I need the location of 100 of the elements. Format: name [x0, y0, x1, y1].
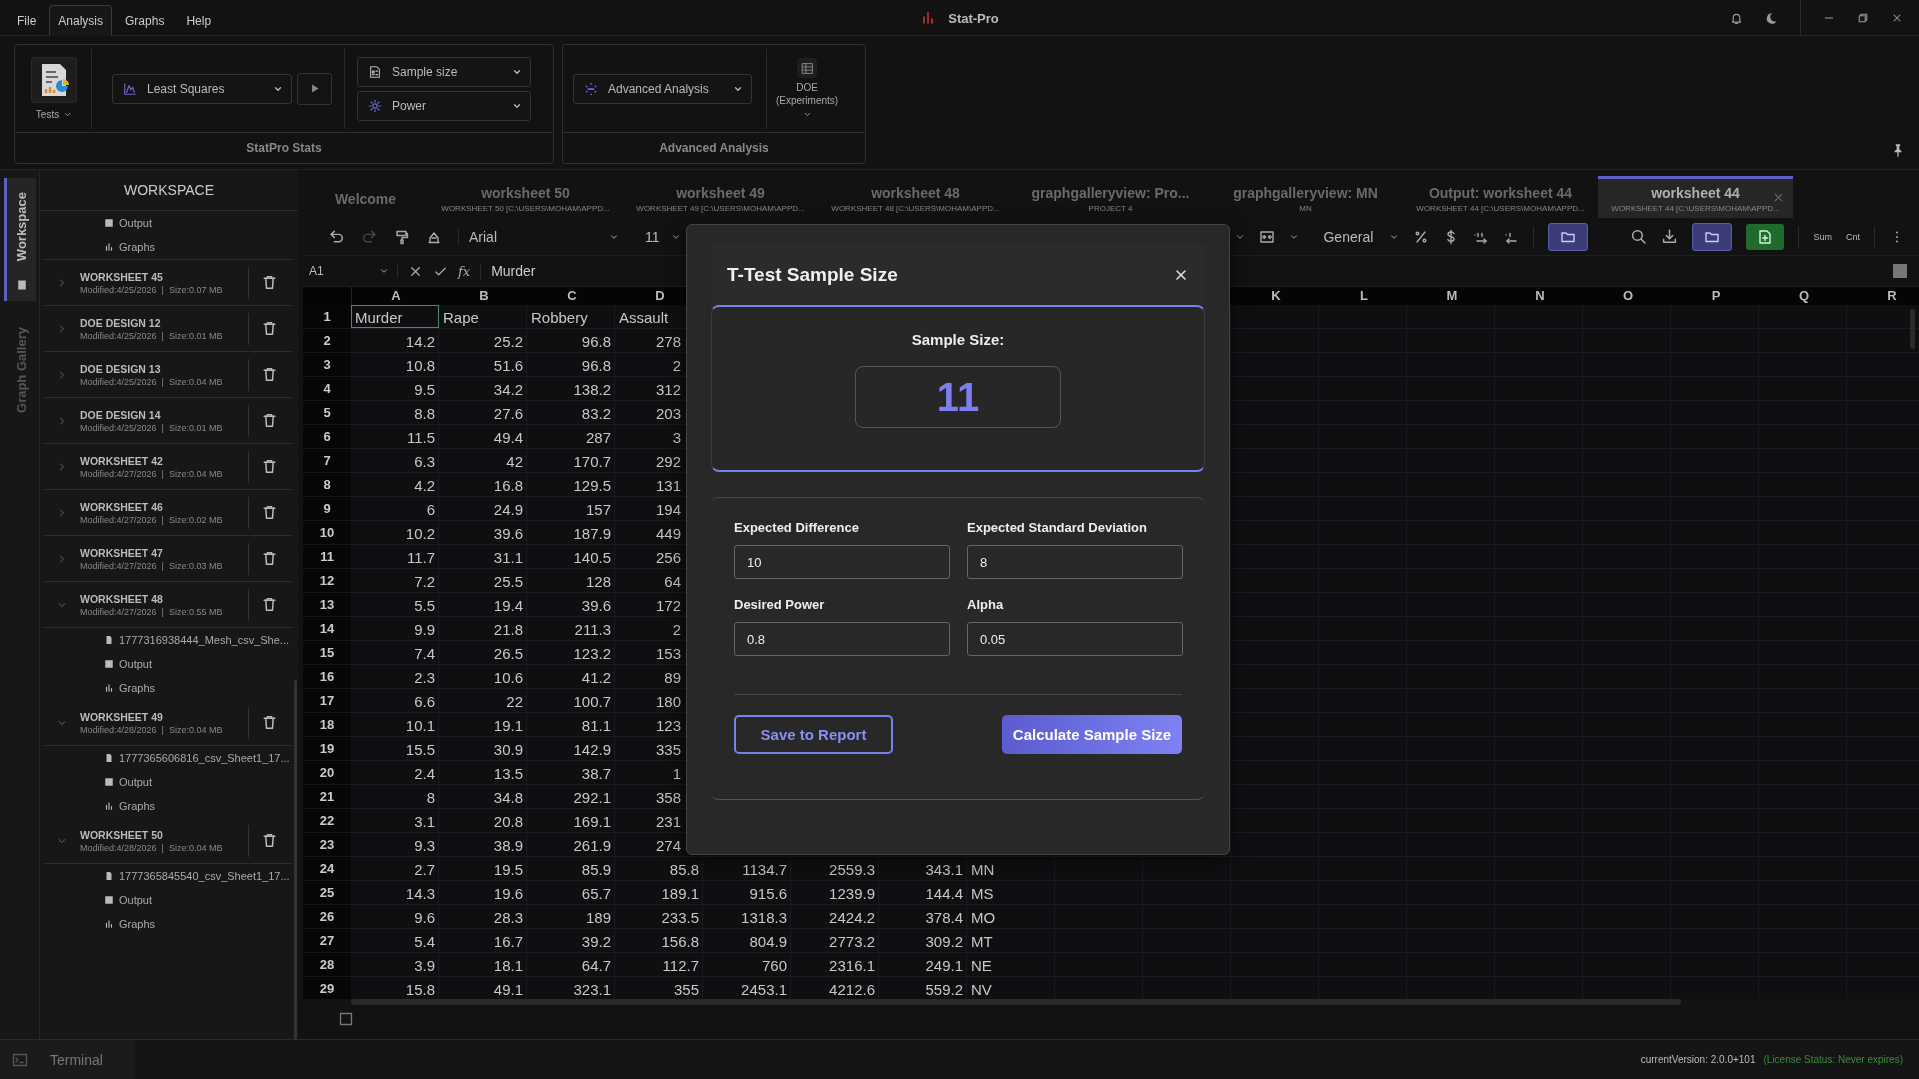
tests-button[interactable]: Tests: [25, 48, 92, 129]
row-header[interactable]: 17: [303, 689, 351, 713]
font-size-select[interactable]: 11: [635, 228, 681, 245]
tree-item[interactable]: 1777365606816_csv_Sheet1_17...: [119, 752, 290, 764]
paint-roller-icon[interactable]: [394, 228, 410, 245]
trash-icon[interactable]: [261, 458, 278, 475]
row-header[interactable]: 24: [303, 857, 351, 881]
menu-item[interactable]: File: [8, 5, 46, 36]
row-header[interactable]: 3: [303, 353, 351, 377]
terminal-tab[interactable]: Terminal: [0, 1040, 135, 1079]
scrollbar[interactable]: [351, 999, 1681, 1005]
item-title[interactable]: DOE DESIGN 14: [80, 408, 248, 421]
name-box[interactable]: A1: [303, 264, 398, 278]
item-title[interactable]: WORKSHEET 48: [80, 592, 248, 605]
row-header[interactable]: 29: [303, 977, 351, 999]
item-title[interactable]: WORKSHEET 49: [80, 710, 248, 723]
item-title[interactable]: WORKSHEET 46: [80, 500, 248, 513]
tree-item[interactable]: Graphs: [119, 800, 156, 812]
restore-icon[interactable]: [1857, 12, 1869, 24]
item-title[interactable]: DOE DESIGN 13: [80, 362, 248, 375]
tab[interactable]: graphgalleryview: MN MN: [1208, 176, 1403, 218]
row-header[interactable]: 1: [303, 305, 351, 329]
menu-item[interactable]: Graphs: [116, 5, 174, 36]
scrollbar[interactable]: [1910, 309, 1915, 349]
item-title[interactable]: WORKSHEET 47: [80, 546, 248, 559]
row-header[interactable]: 28: [303, 953, 351, 977]
close-button[interactable]: [1173, 267, 1189, 283]
input-field[interactable]: 10: [734, 545, 950, 579]
row-header[interactable]: 4: [303, 377, 351, 401]
trash-icon[interactable]: [261, 832, 278, 849]
trash-icon[interactable]: [261, 596, 278, 613]
analysis-dropdown[interactable]: Advanced Analysis: [573, 73, 752, 104]
trash-icon[interactable]: [261, 412, 278, 429]
sum-button[interactable]: Sum: [1813, 231, 1832, 242]
method-dropdown[interactable]: Least Squares: [112, 73, 292, 104]
tab[interactable]: worksheet 50 WORKSHEET 50 [C:\USERS\MOHAM\APPD...: [428, 176, 623, 218]
tab[interactable]: Output: worksheet 44 WORKSHEET 44 [C:\USERS\MOHAM\APPD...: [1403, 176, 1598, 218]
trash-icon[interactable]: [261, 504, 278, 521]
tree-item[interactable]: Output: [119, 894, 153, 906]
tree-item[interactable]: 1777365845540_csv_Sheet1_17...: [119, 870, 290, 882]
tab[interactable]: worksheet 49 WORKSHEET 49 [C:\USERS\MOHAM\APPD...: [623, 176, 818, 218]
row-header[interactable]: 9: [303, 497, 351, 521]
column-header[interactable]: M: [1408, 287, 1496, 305]
item-title[interactable]: WORKSHEET 50: [80, 828, 248, 841]
undo-icon[interactable]: [328, 228, 345, 245]
tab[interactable]: worksheet 48 WORKSHEET 48 [C:\USERS\MOHAM\APPD...: [818, 176, 1013, 218]
column-header[interactable]: A: [352, 287, 440, 305]
moon-icon[interactable]: [1765, 11, 1778, 25]
row-header[interactable]: 19: [303, 737, 351, 761]
trash-icon[interactable]: [261, 366, 278, 383]
tree-item[interactable]: Output: [119, 658, 153, 670]
run-button[interactable]: [297, 72, 332, 105]
add-sheet-button[interactable]: [1746, 223, 1785, 250]
row-header[interactable]: 22: [303, 809, 351, 833]
tree-item[interactable]: 1777316938444_Mesh_csv_She...: [119, 634, 290, 646]
number-format-select[interactable]: General: [1313, 228, 1400, 245]
input-field[interactable]: 8: [967, 545, 1183, 579]
row-header[interactable]: 27: [303, 929, 351, 953]
row-header[interactable]: 20: [303, 761, 351, 785]
row-header[interactable]: 21: [303, 785, 351, 809]
tree-item[interactable]: Graphs: [119, 241, 156, 253]
item-title[interactable]: WORKSHEET 45: [80, 270, 248, 283]
row-header[interactable]: 11: [303, 545, 351, 569]
tree-item[interactable]: Graphs: [119, 918, 156, 930]
column-header[interactable]: O: [1584, 287, 1672, 305]
input-field[interactable]: 0.05: [967, 622, 1183, 656]
row-header[interactable]: 15: [303, 641, 351, 665]
side-tab[interactable]: Workspace: [4, 178, 36, 302]
row-header[interactable]: 7: [303, 449, 351, 473]
trash-icon[interactable]: [261, 274, 278, 291]
close-icon[interactable]: [1772, 191, 1785, 204]
power-dropdown[interactable]: Power: [357, 90, 531, 121]
row-header[interactable]: 13: [303, 593, 351, 617]
tree-item[interactable]: Graphs: [119, 682, 156, 694]
column-header[interactable]: N: [1496, 287, 1584, 305]
open-button[interactable]: [1692, 222, 1733, 251]
tab[interactable]: worksheet 44 WORKSHEET 44 [C:\USERS\MOHAM\APPD...: [1598, 176, 1793, 218]
calculate-button[interactable]: Calculate Sample Size: [1002, 715, 1182, 754]
row-header[interactable]: 6: [303, 425, 351, 449]
input-field[interactable]: 0.8: [734, 622, 950, 656]
row-header[interactable]: 2: [303, 329, 351, 353]
row-header[interactable]: 18: [303, 713, 351, 737]
tree-item[interactable]: Output: [119, 217, 153, 229]
tab[interactable]: graphgalleryview: Pro... PROJECT 4: [1013, 176, 1208, 218]
search-icon[interactable]: [1630, 228, 1648, 245]
row-header[interactable]: 5: [303, 401, 351, 425]
row-header[interactable]: 16: [303, 665, 351, 689]
trash-icon[interactable]: [261, 320, 278, 337]
menu-item[interactable]: Help: [177, 5, 221, 36]
close-icon[interactable]: [1891, 12, 1903, 24]
bell-icon[interactable]: [1730, 11, 1743, 25]
row-header[interactable]: 12: [303, 569, 351, 593]
column-header[interactable]: P: [1672, 287, 1760, 305]
column-header[interactable]: K: [1232, 287, 1320, 305]
row-header[interactable]: 23: [303, 833, 351, 857]
menu-item[interactable]: Analysis: [49, 5, 113, 36]
row-header[interactable]: 8: [303, 473, 351, 497]
column-header[interactable]: B: [440, 287, 528, 305]
column-header[interactable]: C: [528, 287, 616, 305]
square-icon[interactable]: [338, 1011, 354, 1027]
